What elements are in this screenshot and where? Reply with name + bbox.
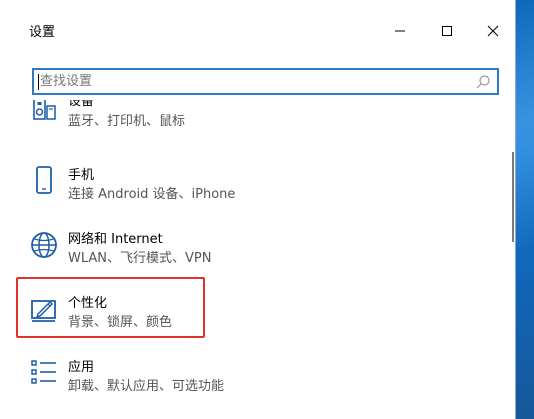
category-devices[interactable]: 设备 蓝牙、打印机、鼠标: [0, 100, 500, 150]
settings-window: 设置 查找设置 设备 蓝牙、打印机、鼠标 手机 连接 Android 设备、iP…: [0, 0, 516, 419]
maximize-icon: [442, 26, 452, 36]
devices-icon: [33, 100, 56, 120]
category-description: 卸载、默认应用、可选功能: [68, 379, 225, 394]
window-title: 设置: [29, 25, 56, 40]
category-description: 蓝牙、打印机、鼠标: [68, 114, 186, 129]
category-name: 应用: [68, 360, 95, 375]
globe-icon: [31, 232, 57, 258]
title-bar: 设置: [0, 0, 515, 62]
search-box[interactable]: [32, 68, 499, 95]
apps-icon: [31, 360, 56, 384]
category-name: 网络和 Internet: [68, 232, 163, 247]
search-input[interactable]: [34, 70, 464, 93]
search-icon[interactable]: [475, 74, 491, 90]
category-name: 设备: [68, 100, 95, 109]
category-apps[interactable]: 应用 卸载、默认应用、可选功能: [0, 348, 500, 408]
scroll-thumb[interactable]: [512, 152, 514, 242]
category-name: 手机: [68, 168, 95, 183]
minimize-button[interactable]: [383, 14, 417, 48]
maximize-button[interactable]: [430, 14, 464, 48]
minimize-icon: [395, 30, 405, 32]
category-network[interactable]: 网络和 Internet WLAN、飞行模式、VPN: [0, 221, 500, 281]
close-icon: [487, 25, 499, 37]
category-phone[interactable]: 手机 连接 Android 设备、iPhone: [0, 156, 500, 216]
close-button[interactable]: [476, 14, 510, 48]
scrollbar[interactable]: [510, 100, 515, 419]
category-description: 连接 Android 设备、iPhone: [68, 187, 236, 202]
category-description: WLAN、飞行模式、VPN: [68, 251, 212, 266]
highlight-box: [16, 277, 205, 338]
settings-category-list: 设备 蓝牙、打印机、鼠标 手机 连接 Android 设备、iPhone 网络和…: [0, 100, 510, 419]
phone-icon: [36, 166, 52, 194]
